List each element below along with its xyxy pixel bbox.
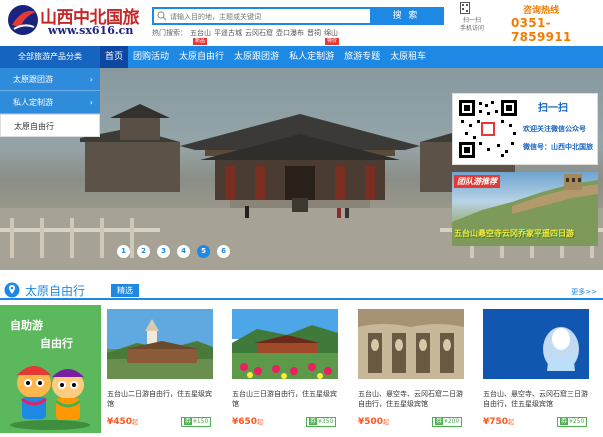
group-tour-promo[interactable]: 团队游推荐 五台山悬空寺云冈乔家平遥四日游 — [452, 172, 598, 246]
hot-search-item[interactable]: 壶口瀑布 — [276, 29, 304, 37]
nav-items: 首页 团购活动 太原自由行 太原跟团游 私人定制游 旅游专题 太原租车 — [100, 46, 431, 68]
hot-search-item[interactable]: 晋祠 — [307, 29, 321, 37]
nav-item-car-rental[interactable]: 太原租车 — [385, 46, 431, 68]
group-tour-tag: 团队游推荐 — [454, 175, 500, 188]
chevron-right-icon: › — [89, 75, 93, 84]
hot-search-item[interactable]: 平遥古城 — [214, 29, 242, 37]
product-price: ¥650起 — [232, 417, 263, 427]
logo-icon[interactable] — [6, 3, 40, 37]
section-tag[interactable]: 精选 — [111, 284, 139, 297]
voucher-badge: 券 ¥250 — [557, 417, 588, 427]
slider-dot[interactable]: 6 — [217, 245, 230, 258]
price-unit: 起 — [383, 419, 390, 426]
price-unit: 起 — [508, 419, 515, 426]
hot-search-label: 热门搜索： — [152, 29, 187, 37]
nav-item-custom-tour[interactable]: 私人定制游 — [284, 46, 339, 68]
price-value: ¥450 — [107, 417, 133, 427]
product-card[interactable]: 五台山三日游自由行，住五星级宾馆 ¥650起 券 ¥350 — [232, 309, 349, 433]
sidebar-item-label: 私人定制游 — [13, 98, 53, 107]
voucher-badge: 券 ¥350 — [306, 417, 337, 427]
hot-search-item[interactable]: 五台山 — [190, 29, 211, 37]
product-card[interactable]: 五台山、悬空寺、云冈石窟二日游自由行，住五星级宾馆 ¥500起 券 ¥200 — [358, 309, 475, 433]
section-title: 太原自由行 — [25, 284, 86, 298]
product-image[interactable] — [107, 309, 213, 379]
search-box: 搜 索 — [152, 7, 444, 25]
section-header: 太原自由行 精选 更多>> — [0, 280, 603, 300]
location-pin-icon — [4, 282, 20, 298]
product-price: ¥500起 — [358, 417, 389, 427]
promo-scan-title: 扫一扫 — [538, 103, 568, 114]
nav-item-groupbuy[interactable]: 团购活动 — [128, 46, 174, 68]
product-desc[interactable]: 五台山、悬空寺、云冈石窟二日游自由行，住五星级宾馆 — [358, 389, 468, 409]
mobile-qr-icon[interactable] — [460, 2, 470, 14]
price-value: ¥500 — [358, 417, 384, 427]
voucher-badge: 券 ¥200 — [432, 417, 463, 427]
voucher-mark: 券 — [309, 418, 318, 425]
self-guided-promo[interactable]: 自助游 自由行 — [0, 305, 101, 433]
special-badge: 特价 — [325, 38, 340, 45]
wechat-qr-code — [457, 98, 519, 160]
slider-dot-active[interactable]: 5 — [197, 245, 210, 258]
hotline-number: 0351-7859911 — [511, 16, 572, 44]
brand-url: www.sx616.cn — [48, 24, 134, 37]
sidebar-item-free-travel[interactable]: 太原自由行 — [0, 114, 100, 137]
slider-dot[interactable]: 3 — [157, 245, 170, 258]
product-desc[interactable]: 五台山、悬空寺、云冈石窟三日游自由行，住五星级宾馆 — [483, 389, 593, 409]
product-card[interactable]: 五台山二日游自由行，住五星级宾馆 ¥450起 券 ¥150 — [107, 309, 224, 433]
main-nav: 全部旅游产品分类 首页 团购活动 太原自由行 太原跟团游 私人定制游 旅游专题 … — [0, 46, 603, 68]
product-image[interactable] — [358, 309, 464, 379]
nav-item-home[interactable]: 首页 — [100, 46, 129, 68]
group-tour-caption: 五台山悬空寺云冈乔家平遥四日游 — [454, 229, 574, 238]
hotline-label: 咨询热线 — [523, 6, 560, 16]
voucher-value: ¥350 — [318, 418, 334, 425]
new-badge: 新品 — [193, 38, 208, 45]
nav-item-topics[interactable]: 旅游专题 — [339, 46, 385, 68]
sidebar-item-custom-tour[interactable]: 私人定制游 › — [0, 91, 100, 114]
price-unit: 起 — [257, 419, 264, 426]
search-button[interactable]: 搜 索 — [370, 7, 442, 25]
voucher-mark: 券 — [184, 418, 193, 425]
product-card[interactable]: 五台山、悬空寺、云冈石窟三日游自由行，住五星级宾馆 ¥750起 券 ¥250 — [483, 309, 600, 433]
promo-wechat-id: 微信号：山西中北国旅 — [523, 143, 593, 151]
price-unit: 起 — [132, 419, 139, 426]
hot-search: 热门搜索： 五台山 平遥古城 云冈石窟 壶口瀑布 晋祠 绵山 — [152, 28, 341, 38]
sidebar-item-label: 太原自由行 — [14, 122, 54, 131]
mascot-illustration — [10, 366, 90, 430]
voucher-badge: 券 ¥150 — [181, 417, 212, 427]
slider-dot[interactable]: 1 — [117, 245, 130, 258]
nav-item-group-tour[interactable]: 太原跟团游 — [229, 46, 284, 68]
page: 山西中北国旅 www.sx616.cn 搜 索 热门搜索：五台山平遥古城云冈石窟… — [0, 0, 603, 437]
price-value: ¥650 — [232, 417, 258, 427]
product-price: ¥450起 — [107, 417, 138, 427]
nav-item-free-travel[interactable]: 太原自由行 — [174, 46, 229, 68]
category-menu[interactable]: 全部旅游产品分类 — [0, 46, 100, 68]
search-input[interactable] — [170, 10, 370, 23]
voucher-mark: 券 — [435, 418, 444, 425]
slider-dot[interactable]: 4 — [177, 245, 190, 258]
voucher-value: ¥250 — [569, 418, 585, 425]
chevron-right-icon: › — [89, 98, 93, 107]
product-price: ¥750起 — [483, 417, 514, 427]
product-desc[interactable]: 五台山三日游自由行，住五星级宾馆 — [232, 389, 342, 409]
more-link[interactable]: 更多>> — [571, 287, 597, 297]
sidebar-item-label: 太原跟团游 — [13, 75, 53, 84]
voucher-value: ¥200 — [444, 418, 460, 425]
hot-search-item[interactable]: 绵山 — [324, 29, 338, 37]
product-image[interactable] — [483, 309, 589, 379]
slider-dots: 1 2 3 4 5 6 — [117, 245, 237, 258]
voucher-value: ¥150 — [193, 418, 209, 425]
hot-search-item[interactable]: 云冈石窟 — [245, 29, 273, 37]
product-image[interactable] — [232, 309, 338, 379]
slider-dot[interactable]: 2 — [137, 245, 150, 258]
product-desc[interactable]: 五台山二日游自由行，住五星级宾馆 — [107, 389, 217, 409]
promo-wechat-follow: 欢迎关注微信公众号 — [523, 125, 586, 133]
search-icon — [157, 11, 167, 21]
voucher-mark: 券 — [560, 418, 569, 425]
wechat-promo[interactable]: 扫一扫 欢迎关注微信公众号 微信号：山西中北国旅 — [452, 93, 598, 165]
price-value: ¥750 — [483, 417, 509, 427]
sidebar-item-group-tour[interactable]: 太原跟团游 › — [0, 68, 100, 91]
category-sidebar: 太原跟团游 › 私人定制游 › 太原自由行 — [0, 68, 100, 137]
header: 山西中北国旅 www.sx616.cn 搜 索 热门搜索：五台山平遥古城云冈石窟… — [0, 0, 603, 44]
mobile-access-text[interactable]: 扫一扫 手机访问 — [456, 17, 488, 33]
